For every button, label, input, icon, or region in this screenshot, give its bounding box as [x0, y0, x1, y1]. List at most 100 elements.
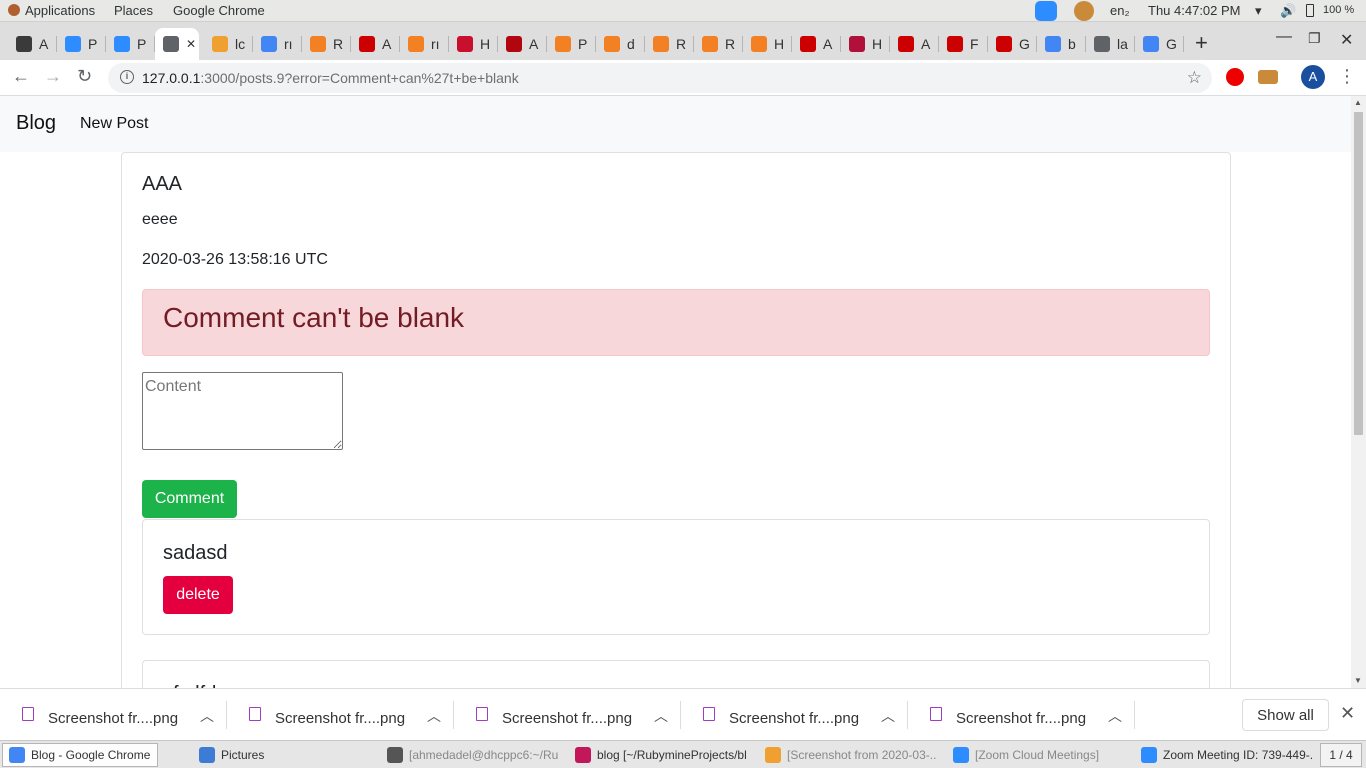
forward-button[interactable]: →	[44, 66, 62, 87]
scrollbar-thumb[interactable]	[1354, 112, 1363, 435]
clock[interactable]: Thu 4:47:02 PM	[1148, 3, 1241, 18]
chevron-up-icon[interactable]: ︿	[200, 706, 214, 726]
tab-title: d	[627, 36, 635, 52]
chevron-up-icon[interactable]: ︿	[427, 706, 441, 726]
zoom-tray-icon[interactable]	[1035, 1, 1057, 21]
tab-favicon-icon	[506, 36, 522, 52]
scroll-up-icon[interactable]: ▲	[1354, 98, 1362, 107]
volume-icon[interactable]: 🔊	[1280, 3, 1296, 19]
extension-adblock-icon[interactable]	[1226, 68, 1244, 86]
chevron-up-icon[interactable]: ︿	[654, 706, 668, 726]
taskbar-item[interactable]: Pictures	[192, 743, 372, 767]
download-separator	[1134, 701, 1135, 729]
download-shelf: Screenshot fr....png ︿ Screenshot fr....pn…	[0, 688, 1366, 740]
download-item[interactable]: Screenshot fr....png ︿	[0, 689, 227, 741]
browser-tab[interactable]: A	[498, 28, 547, 60]
chevron-up-icon[interactable]: ︿	[881, 706, 895, 726]
browser-tab[interactable]: A	[8, 28, 57, 60]
taskbar-item[interactable]: [ahmedadel@dhcppc6:~/Ru...	[380, 743, 560, 767]
tab-favicon-icon	[408, 36, 424, 52]
taskbar-item[interactable]: blog [~/RubymineProjects/bl...	[568, 743, 748, 767]
browser-tab[interactable]: H	[841, 28, 890, 60]
chrome-menu-icon[interactable]: ⋮	[1338, 66, 1356, 87]
cat-tray-icon[interactable]	[1074, 1, 1094, 21]
browser-tab[interactable]: R	[645, 28, 694, 60]
browser-tab[interactable]: P	[57, 28, 106, 60]
browser-tab[interactable]: R	[694, 28, 743, 60]
browser-tab[interactable]: la	[1086, 28, 1135, 60]
browser-tab[interactable]: A	[890, 28, 939, 60]
download-item[interactable]: Screenshot fr....png ︿	[681, 689, 908, 741]
browser-tab[interactable]: lc	[204, 28, 253, 60]
tab-title: rı	[431, 36, 440, 52]
battery-icon[interactable]	[1306, 4, 1314, 17]
bookmark-star-icon[interactable]: ☆	[1187, 63, 1202, 93]
system-top-bar: Applications Places Google Chrome en₂ Th…	[0, 0, 1366, 22]
taskbar-item[interactable]: Zoom Meeting ID: 739-449-...	[1134, 743, 1314, 767]
chevron-up-icon[interactable]: ︿	[1108, 706, 1122, 726]
taskbar-app-icon	[1141, 747, 1157, 763]
browser-tab[interactable]: A	[351, 28, 400, 60]
taskbar-item[interactable]: Blog - Google Chrome	[2, 743, 158, 767]
address-bar[interactable]: i 127.0.0.1:3000/posts.9?error=Comment+c…	[108, 63, 1212, 93]
restore-button[interactable]: ❐	[1308, 30, 1321, 47]
new-tab-button[interactable]: +	[1195, 30, 1208, 56]
close-window-button[interactable]: ✕	[1340, 30, 1353, 50]
wifi-icon[interactable]: ▾	[1255, 3, 1262, 19]
taskbar-app-icon	[765, 747, 781, 763]
tab-title: A	[921, 36, 931, 52]
tab-title: rı	[284, 36, 293, 52]
extension-cat-icon[interactable]	[1258, 70, 1278, 84]
tab-favicon-icon	[849, 36, 865, 52]
tab-favicon-icon	[310, 36, 326, 52]
download-item[interactable]: Screenshot fr....png ︿	[454, 689, 681, 741]
browser-tab[interactable]: R	[302, 28, 351, 60]
browser-tab[interactable]: rı	[400, 28, 449, 60]
close-tab-icon[interactable]: ✕	[186, 37, 196, 51]
browser-tab[interactable]: H	[449, 28, 498, 60]
browser-tab[interactable]: b	[1037, 28, 1086, 60]
tab-favicon-icon	[653, 36, 669, 52]
brand-link[interactable]: Blog	[16, 112, 56, 135]
download-item[interactable]: Screenshot fr....png ︿	[908, 689, 1135, 741]
page-scrollbar[interactable]: ▲ ▼	[1351, 96, 1366, 688]
browser-tab[interactable]: F	[939, 28, 988, 60]
profile-avatar[interactable]: A	[1301, 65, 1325, 89]
taskbar-item[interactable]: [Screenshot from 2020-03-...	[758, 743, 938, 767]
tab-title: la	[1117, 36, 1128, 52]
comment-content-input[interactable]	[142, 372, 343, 450]
comment-submit-button[interactable]: Comment	[142, 480, 237, 518]
tab-favicon-icon	[457, 36, 473, 52]
info-icon[interactable]: i	[120, 70, 134, 84]
workspace-pager[interactable]: 1 / 4	[1320, 743, 1362, 767]
browser-tab[interactable]: ✕	[155, 28, 199, 60]
places-menu[interactable]: Places	[114, 3, 153, 18]
tab-title: lc	[235, 36, 246, 52]
scroll-down-icon[interactable]: ▼	[1354, 676, 1362, 685]
browser-tab[interactable]: rı	[253, 28, 302, 60]
tab-title: P	[578, 36, 588, 52]
browser-tab[interactable]: G	[1135, 28, 1184, 60]
delete-comment-button[interactable]: delete	[163, 576, 233, 614]
close-shelf-icon[interactable]: ✕	[1340, 703, 1355, 724]
language-indicator[interactable]: en₂	[1110, 3, 1130, 18]
show-all-downloads-button[interactable]: Show all	[1242, 699, 1329, 731]
applications-menu[interactable]: Applications	[8, 3, 95, 18]
browser-tab[interactable]: G	[988, 28, 1037, 60]
browser-tab[interactable]: d	[596, 28, 645, 60]
tab-title: H	[872, 36, 883, 52]
taskbar-item[interactable]: [Zoom Cloud Meetings]	[946, 743, 1126, 767]
browser-tab[interactable]: P	[106, 28, 155, 60]
taskbar-item-label: [Screenshot from 2020-03-...	[787, 748, 938, 762]
back-button[interactable]: ←	[12, 66, 30, 87]
download-filename: Screenshot fr....png	[729, 710, 860, 727]
active-app-menu[interactable]: Google Chrome	[173, 3, 265, 18]
browser-tab[interactable]: A	[792, 28, 841, 60]
reload-button[interactable]: ↻	[77, 66, 92, 87]
browser-tab[interactable]: H	[743, 28, 792, 60]
browser-tab[interactable]: P	[547, 28, 596, 60]
tab-title: R	[676, 36, 687, 52]
new-post-link[interactable]: New Post	[80, 115, 148, 133]
download-item[interactable]: Screenshot fr....png ︿	[227, 689, 454, 741]
minimize-button[interactable]: —	[1276, 28, 1292, 46]
